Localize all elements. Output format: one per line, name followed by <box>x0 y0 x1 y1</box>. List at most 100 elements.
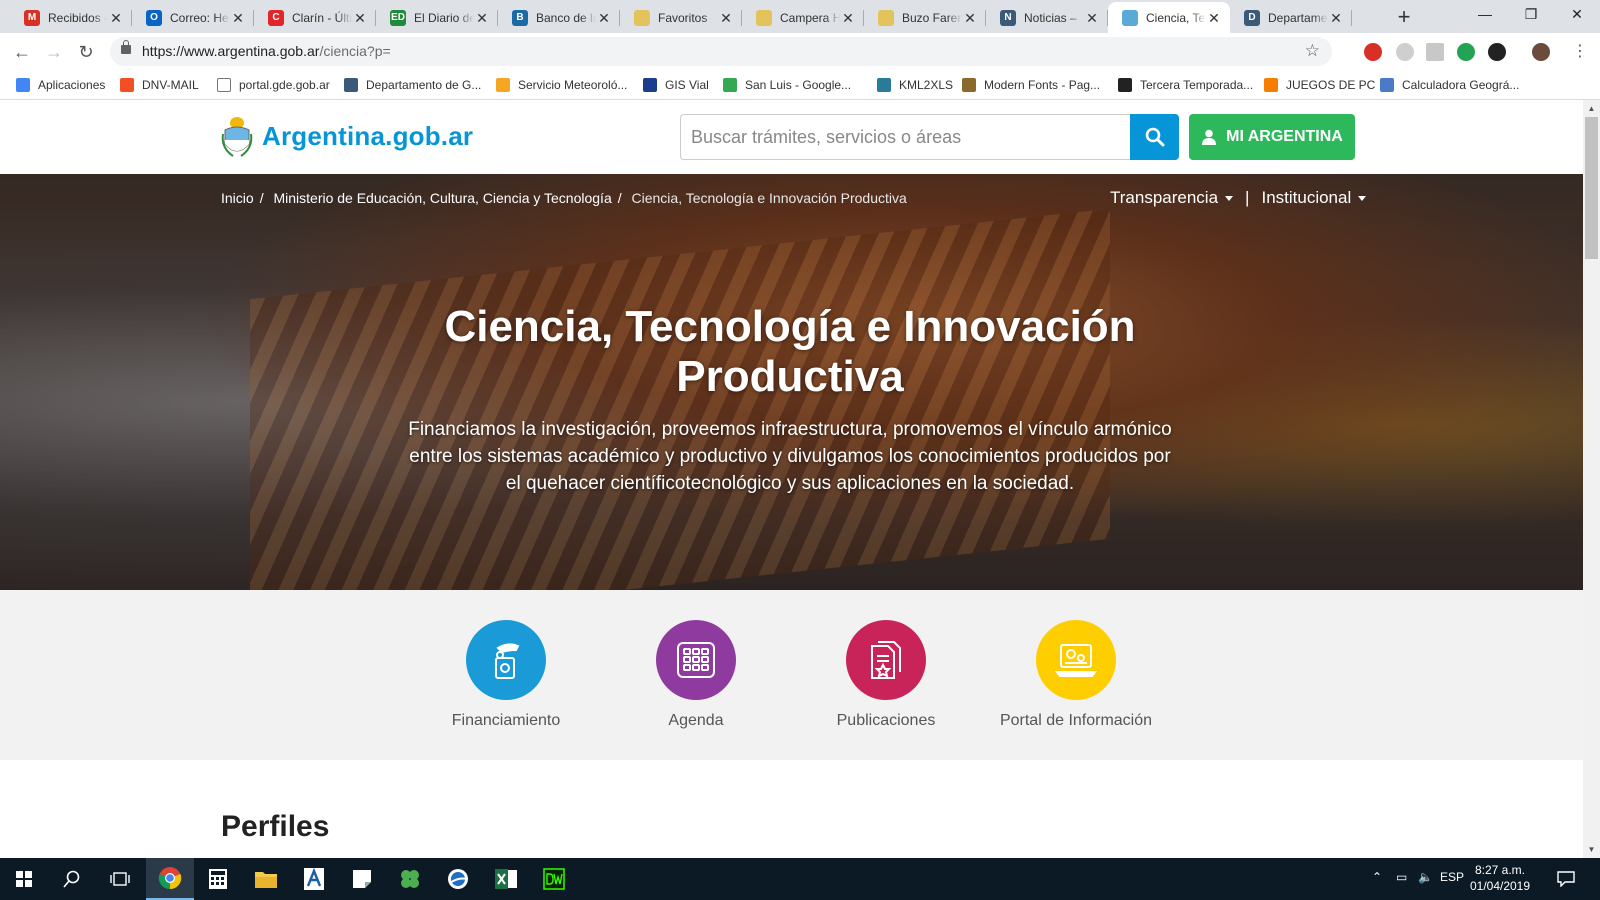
page-scrollbar[interactable]: ▲ ▼ <box>1583 100 1600 858</box>
site-logo[interactable]: Argentina.gob.ar <box>221 114 473 158</box>
shield-icon <box>344 78 358 92</box>
search-input[interactable] <box>680 114 1130 160</box>
browser-tab[interactable]: ED El Diario de ✕ <box>376 2 498 33</box>
extension-download-icon[interactable] <box>1488 43 1506 61</box>
browser-tab[interactable]: Campera H ✕ <box>742 2 864 33</box>
transparencia-dropdown[interactable]: Transparencia <box>1110 188 1234 208</box>
tab-close-icon[interactable]: ✕ <box>352 10 368 26</box>
address-bar[interactable]: https://www.argentina.gob.ar/ciencia?p= … <box>110 37 1332 66</box>
network-icon[interactable]: ▭ <box>1396 870 1407 884</box>
taskbar-chrome[interactable] <box>146 858 194 900</box>
scroll-down-arrow-icon[interactable]: ▼ <box>1583 841 1600 858</box>
taskbar-clover-app[interactable] <box>386 858 434 900</box>
tab-close-icon[interactable]: ✕ <box>1206 10 1222 26</box>
shortcut-portal-informacion[interactable]: Portal de Información <box>976 620 1176 730</box>
taskbar-sticky-notes[interactable] <box>338 858 386 900</box>
browser-tab[interactable]: Favoritos ✕ <box>620 2 742 33</box>
bookmark-item[interactable]: KML2XLS <box>877 76 953 94</box>
tab-close-icon[interactable]: ✕ <box>962 10 978 26</box>
browser-tab[interactable]: Buzo Faren ✕ <box>864 2 986 33</box>
browser-tab[interactable]: M Recibidos - ✕ <box>10 2 132 33</box>
bookmark-item[interactable]: Tercera Temporada... <box>1118 76 1253 94</box>
search-button[interactable] <box>1130 114 1179 160</box>
bookmark-label: San Luis - Google... <box>745 78 852 92</box>
action-center-button[interactable] <box>1546 858 1586 900</box>
chrome-icon <box>158 867 182 890</box>
forward-button[interactable]: → <box>40 38 68 66</box>
hand-money-icon <box>495 643 520 679</box>
taskbar-autocad[interactable] <box>290 858 338 900</box>
breadcrumb-ministerio[interactable]: Ministerio de Educación, Cultura, Cienci… <box>273 190 611 206</box>
tab-close-icon[interactable]: ✕ <box>596 10 612 26</box>
bookmark-item[interactable]: Departamento de G... <box>344 76 481 94</box>
browser-tab[interactable]: D Departame ✕ <box>1230 2 1352 33</box>
language-indicator[interactable]: ESP <box>1440 870 1464 884</box>
breadcrumb-inicio[interactable]: Inicio <box>221 190 254 206</box>
bookmark-star-icon[interactable]: ☆ <box>1305 41 1320 61</box>
tab-close-icon[interactable]: ✕ <box>718 10 734 26</box>
scroll-up-arrow-icon[interactable]: ▲ <box>1583 100 1600 117</box>
taskbar-file-explorer[interactable] <box>242 858 290 900</box>
site-header: Argentina.gob.ar MI ARGENTINA <box>0 100 1583 174</box>
tab-close-icon[interactable]: ✕ <box>1328 10 1344 26</box>
tray-chevron-up-icon[interactable]: ⌃ <box>1372 870 1382 884</box>
tab-close-icon[interactable]: ✕ <box>840 10 856 26</box>
taskbar-calculator[interactable] <box>194 858 242 900</box>
task-view-icon <box>110 872 130 886</box>
close-window-button[interactable]: ✕ <box>1554 0 1600 30</box>
extension-adblock-icon[interactable] <box>1364 43 1382 61</box>
bookmark-item[interactable]: DNV-MAIL <box>120 76 199 94</box>
tab-close-icon[interactable]: ✕ <box>474 10 490 26</box>
mi-argentina-label: MI ARGENTINA <box>1226 128 1343 145</box>
bookmark-item[interactable]: GIS Vial <box>643 76 709 94</box>
hero-description: Financiamos la investigación, proveemos … <box>408 419 1172 494</box>
taskbar-app-blue[interactable] <box>434 858 482 900</box>
browser-tab[interactable]: B Banco de la ✕ <box>498 2 620 33</box>
system-clock[interactable]: 8:27 a.m. 01/04/2019 <box>1462 862 1538 894</box>
new-tab-button[interactable]: + <box>1390 4 1418 32</box>
tab-close-icon[interactable]: ✕ <box>230 10 246 26</box>
profile-avatar[interactable] <box>1532 43 1550 61</box>
minimize-button[interactable]: — <box>1462 0 1508 30</box>
extension-green-icon[interactable] <box>1457 43 1475 61</box>
volume-icon[interactable]: 🔈 <box>1418 870 1433 884</box>
bookmark-item[interactable]: Servicio Meteoroló... <box>496 76 627 94</box>
taskbar-excel[interactable] <box>482 858 530 900</box>
bookmark-item[interactable]: Aplicaciones <box>16 76 105 94</box>
shortcut-financiamiento[interactable]: Financiamiento <box>406 620 606 730</box>
breadcrumb-current: Ciencia, Tecnología e Innovación Product… <box>631 190 907 206</box>
reload-button[interactable]: ↻ <box>72 38 100 66</box>
tab-title: Correo: Her <box>170 10 230 25</box>
scroll-thumb[interactable] <box>1585 117 1598 259</box>
browser-tab[interactable]: Ciencia, Tec ✕ <box>1108 2 1230 33</box>
argentina-icon <box>1122 9 1138 26</box>
tab-close-icon[interactable]: ✕ <box>1084 10 1100 26</box>
search-taskbar-button[interactable] <box>48 858 96 900</box>
chrome-menu-icon[interactable]: ⋮ <box>1566 38 1594 66</box>
tab-close-icon[interactable]: ✕ <box>108 10 124 26</box>
banco-icon: B <box>512 9 528 26</box>
bookmark-item[interactable]: Calculadora Geográ... <box>1380 76 1519 94</box>
taskbar-dreamweaver[interactable] <box>530 858 578 900</box>
extension-page-icon[interactable] <box>1426 43 1444 61</box>
user-icon <box>1202 129 1217 145</box>
bookmark-item[interactable]: JUEGOS DE PC <box>1264 76 1375 94</box>
bookmark-item[interactable]: portal.gde.gob.ar <box>217 76 330 94</box>
shortcut-agenda[interactable]: Agenda <box>596 620 796 730</box>
maximize-button[interactable]: ❐ <box>1508 0 1554 30</box>
browser-tab[interactable]: C Clarín - Últi ✕ <box>254 2 376 33</box>
bookmark-item[interactable]: San Luis - Google... <box>723 76 851 94</box>
bookmark-item[interactable]: Modern Fonts - Pag... <box>962 76 1100 94</box>
shortcut-publicaciones[interactable]: Publicaciones <box>786 620 986 730</box>
institucional-dropdown[interactable]: Institucional <box>1261 188 1367 208</box>
extension-gray-icon[interactable] <box>1396 43 1414 61</box>
browser-tab[interactable]: N Noticias – ✕ <box>986 2 1108 33</box>
bookmark-label: JUEGOS DE PC <box>1286 78 1376 92</box>
lock-icon <box>121 40 131 54</box>
back-button[interactable]: ← <box>8 38 36 66</box>
start-button[interactable] <box>0 858 48 900</box>
hero-nav: Transparencia | Institucional <box>1110 188 1367 208</box>
browser-tab[interactable]: O Correo: Her ✕ <box>132 2 254 33</box>
mi-argentina-button[interactable]: MI ARGENTINA <box>1189 114 1355 160</box>
task-view-button[interactable] <box>96 858 144 900</box>
